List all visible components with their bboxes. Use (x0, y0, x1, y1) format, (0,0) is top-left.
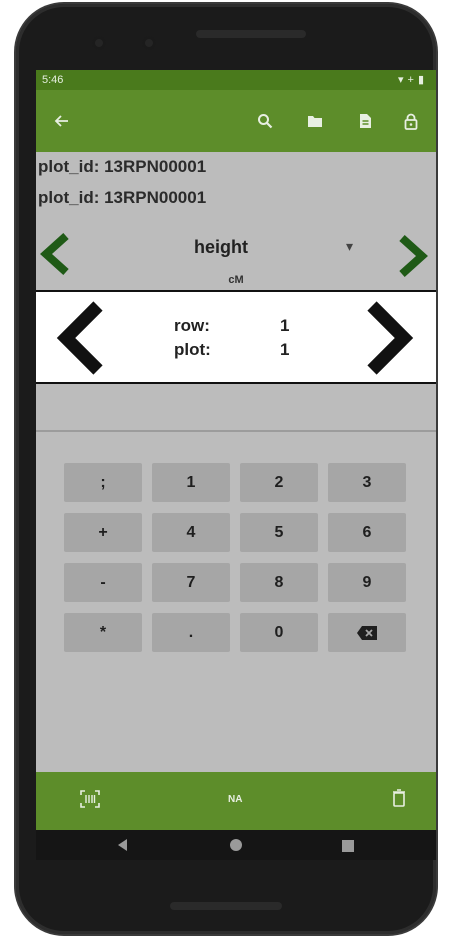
folder-button[interactable] (302, 108, 328, 134)
chevron-right-icon (367, 301, 414, 375)
wifi-icon: ▾ (397, 74, 408, 86)
chevron-right-icon (399, 235, 428, 277)
key-asterisk[interactable]: * (64, 613, 142, 652)
bottom-speaker (170, 902, 282, 910)
key-decimal[interactable]: . (152, 613, 230, 652)
key-plus[interactable]: + (64, 513, 142, 552)
trash-icon (393, 789, 405, 807)
key-5[interactable]: 5 (240, 513, 318, 552)
row-label: row: (174, 316, 210, 335)
info-line-1: plot_id: 13RPN00001 (38, 157, 207, 176)
key-semicolon[interactable]: ; (64, 463, 142, 502)
status-icons: ▾+▮ (398, 73, 428, 86)
key-backspace[interactable] (328, 613, 406, 652)
bottom-bar: NA (36, 772, 436, 830)
delete-button[interactable] (392, 789, 406, 812)
key-2[interactable]: 2 (240, 463, 318, 502)
prev-range-button[interactable] (56, 300, 106, 381)
plot-value: 1 (280, 340, 290, 359)
key-9[interactable]: 9 (328, 563, 406, 602)
front-camera (92, 36, 106, 50)
search-icon (258, 114, 273, 129)
back-arrow-icon (54, 115, 68, 127)
key-3[interactable]: 3 (328, 463, 406, 502)
nav-home-button[interactable] (229, 838, 243, 857)
key-6[interactable]: 6 (328, 513, 406, 552)
status-bar: 5:46 ▾+▮ (36, 70, 436, 90)
document-button[interactable] (352, 108, 378, 134)
battery-icon: ▮ (417, 74, 428, 86)
document-icon (359, 114, 371, 128)
barcode-scan-button[interactable] (80, 790, 100, 813)
nav-recents-button[interactable] (342, 839, 354, 857)
folder-icon (308, 116, 322, 127)
na-button[interactable]: NA (228, 794, 242, 805)
lock-button[interactable] (398, 108, 424, 134)
key-7[interactable]: 7 (152, 563, 230, 602)
nav-back-button[interactable] (116, 838, 128, 857)
key-8[interactable]: 8 (240, 563, 318, 602)
back-button[interactable] (48, 108, 74, 134)
trait-dropdown-icon[interactable]: ▾ (346, 238, 353, 255)
key-0[interactable]: 0 (240, 613, 318, 652)
row-value: 1 (280, 316, 290, 335)
earpiece-speaker (196, 30, 306, 38)
search-button[interactable] (252, 108, 278, 134)
backspace-icon (357, 625, 377, 640)
nav-back-icon (118, 839, 127, 851)
nav-home-icon (230, 839, 242, 851)
main-content: plot_id: 13RPN00001 plot_id: 13RPN00001 … (36, 152, 436, 772)
value-input-field[interactable] (36, 430, 436, 432)
toolbar (36, 90, 436, 152)
barcode-scan-icon (80, 790, 100, 808)
next-range-button[interactable] (364, 300, 414, 381)
key-1[interactable]: 1 (152, 463, 230, 502)
range-box: row: 1 plot: 1 (36, 290, 436, 384)
app-screen: 5:46 ▾+▮ plot_id: 13RPN00001 plot_id: 13… (36, 70, 436, 860)
system-nav-bar (36, 830, 436, 860)
key-minus[interactable]: - (64, 563, 142, 602)
plot-label: plot: (174, 340, 211, 359)
status-time: 5:46 (42, 74, 64, 86)
front-sensor (142, 36, 156, 50)
nav-recents-icon (342, 840, 354, 852)
lock-icon (404, 113, 418, 130)
key-4[interactable]: 4 (152, 513, 230, 552)
signal-icon: + (407, 74, 418, 86)
trait-units: cM (228, 274, 244, 286)
chevron-left-icon (56, 301, 103, 375)
info-line-2: plot_id: 13RPN00001 (38, 188, 207, 207)
